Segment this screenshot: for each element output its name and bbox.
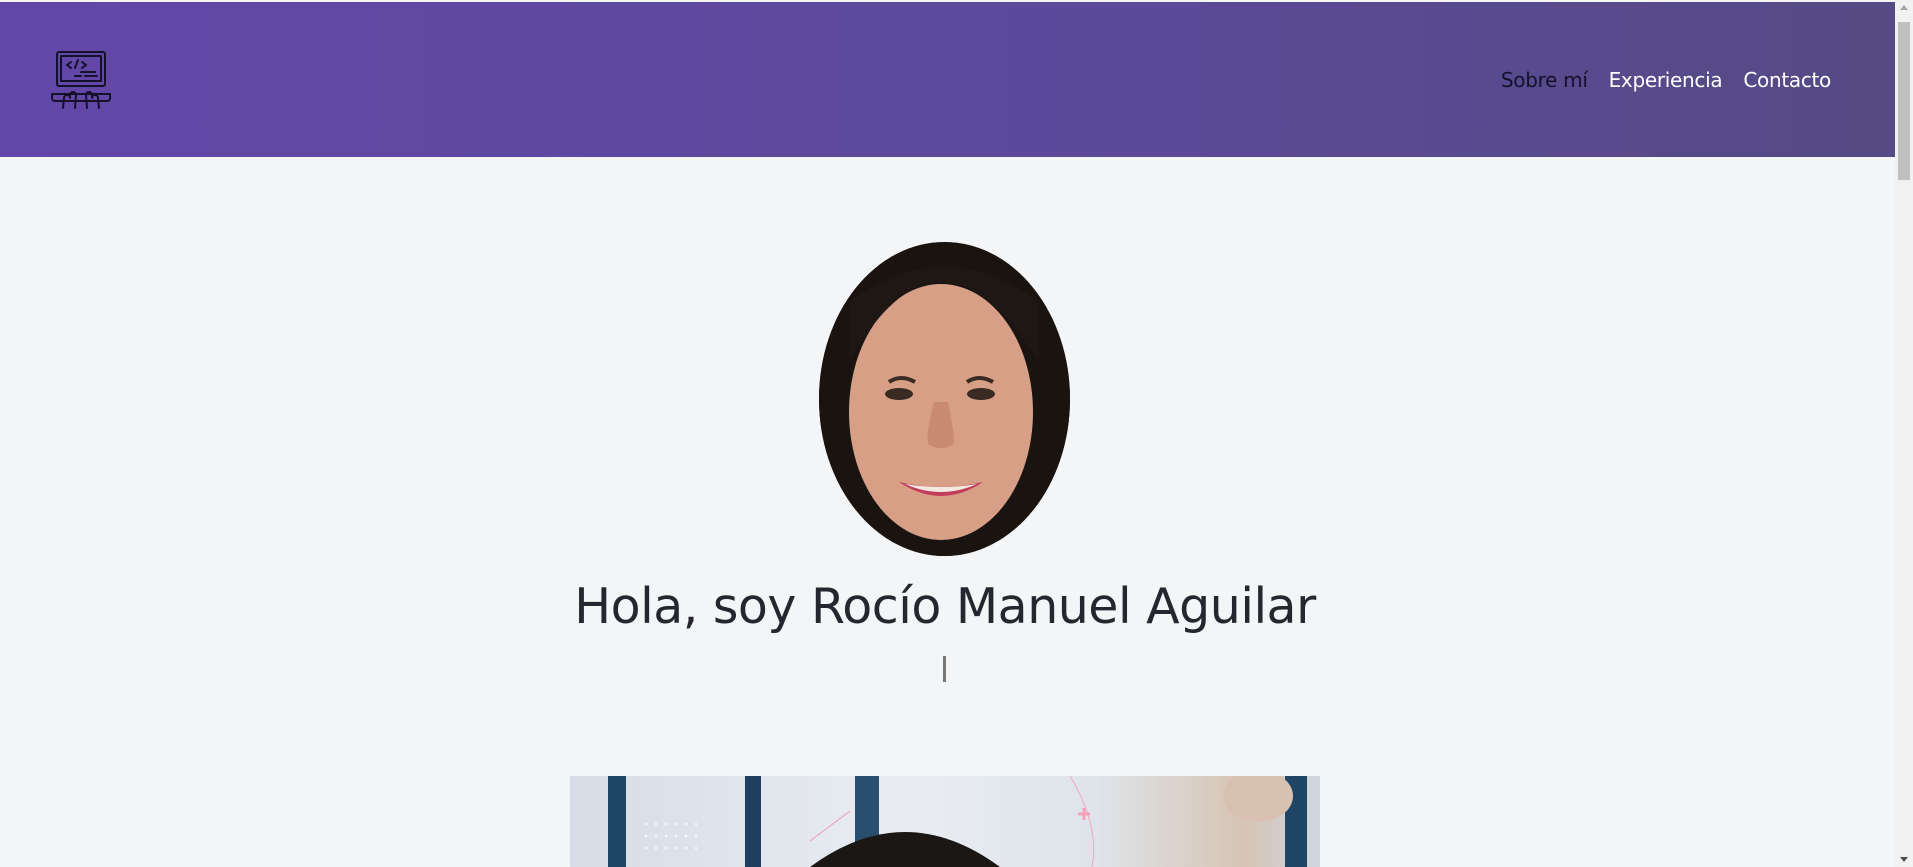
nav-link-contacto[interactable]: Contacto [1743,68,1831,92]
site-header: Sobre mí Experiencia Contacto [0,2,1895,157]
vertical-scrollbar[interactable] [1895,0,1913,867]
scroll-down-arrow-icon[interactable] [1895,851,1913,867]
page: Sobre mí Experiencia Contacto Hola, soy … [0,0,1895,867]
hero-title: Hola, soy Rocío Manuel Aguilar [574,578,1316,635]
featured-image [570,776,1320,867]
main-nav: Sobre mí Experiencia Contacto [1501,68,1831,92]
nav-link-sobre-mi[interactable]: Sobre mí [1501,68,1588,92]
scroll-up-arrow-icon[interactable] [1895,0,1913,16]
laptop-code-icon [51,51,111,109]
profile-photo [819,242,1070,556]
typing-cursor [943,656,946,682]
nav-link-experiencia[interactable]: Experiencia [1609,68,1723,92]
scrollbar-thumb[interactable] [1898,22,1910,180]
logo-link[interactable] [50,50,112,112]
